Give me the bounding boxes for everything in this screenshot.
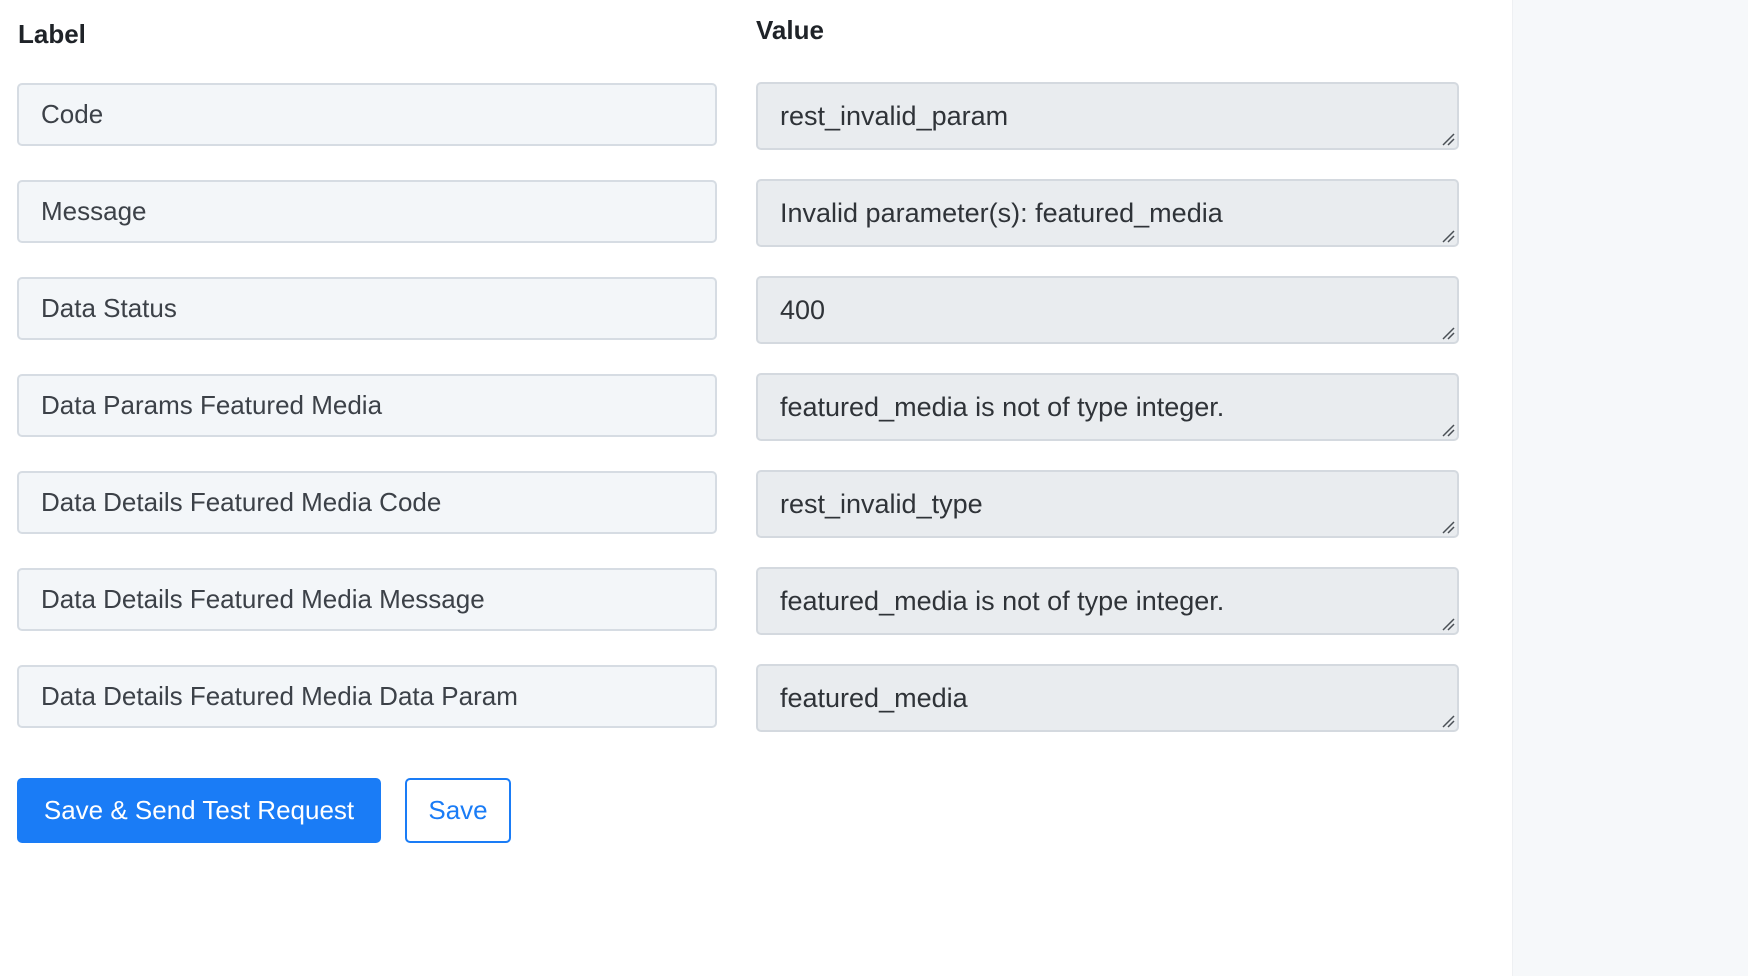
resize-handle-icon[interactable] bbox=[1441, 520, 1455, 534]
save-and-send-test-request-button[interactable]: Save & Send Test Request bbox=[17, 778, 381, 843]
value-textarea[interactable]: rest_invalid_param bbox=[756, 82, 1459, 150]
label-input[interactable] bbox=[17, 83, 717, 146]
resize-handle-icon[interactable] bbox=[1441, 326, 1455, 340]
label-input[interactable] bbox=[17, 374, 717, 437]
value-column-header: Value bbox=[756, 15, 824, 45]
value-textarea[interactable]: rest_invalid_type bbox=[756, 470, 1459, 538]
label-input[interactable] bbox=[17, 568, 717, 631]
resize-handle-icon[interactable] bbox=[1441, 714, 1455, 728]
save-button[interactable]: Save bbox=[405, 778, 511, 843]
value-text: Invalid parameter(s): featured_media bbox=[780, 197, 1223, 228]
resize-handle-icon[interactable] bbox=[1441, 229, 1455, 243]
value-textarea[interactable]: featured_media bbox=[756, 664, 1459, 732]
right-side-panel bbox=[1512, 0, 1748, 976]
value-textarea[interactable]: Invalid parameter(s): featured_media bbox=[756, 179, 1459, 247]
value-textarea[interactable]: 400 bbox=[756, 276, 1459, 344]
value-text: featured_media bbox=[780, 682, 968, 713]
resize-handle-icon[interactable] bbox=[1441, 617, 1455, 631]
value-textarea[interactable]: featured_media is not of type integer. bbox=[756, 373, 1459, 441]
value-text: rest_invalid_type bbox=[780, 488, 983, 519]
label-input[interactable] bbox=[17, 471, 717, 534]
value-text: featured_media is not of type integer. bbox=[780, 585, 1225, 616]
resize-handle-icon[interactable] bbox=[1441, 423, 1455, 437]
value-text: 400 bbox=[780, 294, 826, 325]
value-text: featured_media is not of type integer. bbox=[780, 391, 1225, 422]
label-input[interactable] bbox=[17, 665, 717, 728]
response-mapping-panel: Label Value rest_invalid_param Invalid p… bbox=[0, 0, 1748, 976]
label-column-header: Label bbox=[18, 19, 86, 49]
resize-handle-icon[interactable] bbox=[1441, 132, 1455, 146]
label-input[interactable] bbox=[17, 277, 717, 340]
value-textarea[interactable]: featured_media is not of type integer. bbox=[756, 567, 1459, 635]
value-text: rest_invalid_param bbox=[780, 100, 1009, 131]
label-input[interactable] bbox=[17, 180, 717, 243]
